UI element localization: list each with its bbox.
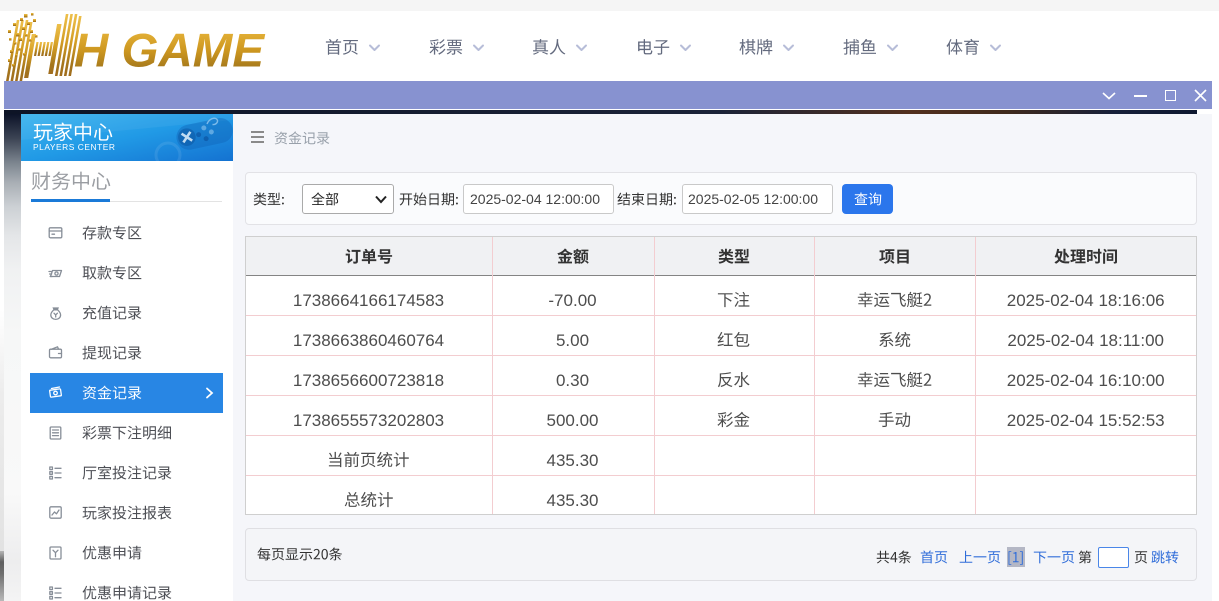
svg-text:H GAME: H GAME	[74, 25, 265, 78]
